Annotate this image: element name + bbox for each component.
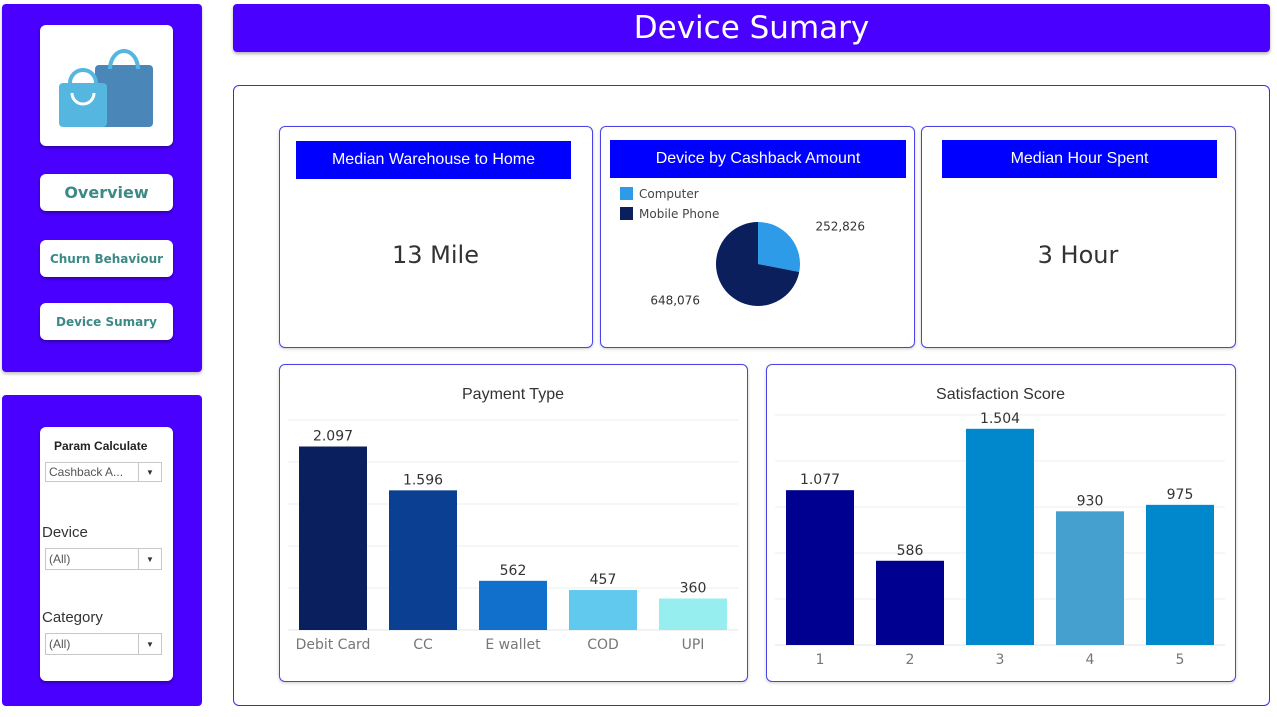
device-summary-button[interactable]: Device Sumary [40, 303, 173, 340]
x-tick-label: 2 [906, 652, 915, 668]
hour-spent-kpi-value: 3 Hour [1037, 241, 1119, 269]
payment-type-card: Payment Type 2.097 Debit Card 1.596 CC 562 E … [279, 364, 748, 682]
device-cashback-pie-chart: Computer Mobile Phone 252,826 648,076 [620, 187, 865, 307]
param-calculate-select[interactable]: Cashback A... ▼ [45, 462, 162, 482]
payment-type-bar-chart: 2.097 Debit Card 1.596 CC 562 E wallet 457 COD 3… [288, 419, 738, 653]
x-tick-label: COD [587, 637, 619, 653]
churn-behaviour-button[interactable]: Churn Behaviour [40, 240, 173, 277]
shopping-bags-icon [59, 49, 153, 127]
device-filter-value: (All) [49, 552, 71, 566]
bar-data-label: 562 [500, 563, 527, 579]
bar-data-label: 1.504 [980, 411, 1020, 427]
x-tick-label: 4 [1086, 652, 1095, 668]
param-calculate-title: Param Calculate [54, 439, 148, 453]
bar-data-label: 457 [590, 572, 617, 588]
device-filter-label: Device [42, 524, 88, 541]
bar-data-label: 360 [680, 581, 707, 597]
bar[interactable] [786, 490, 854, 645]
bar[interactable] [876, 560, 944, 645]
bar[interactable] [966, 428, 1034, 645]
bar[interactable] [659, 598, 727, 631]
x-tick-label: 1 [816, 652, 825, 668]
pie-slice[interactable] [758, 222, 800, 273]
pie-legend-swatch [620, 207, 633, 220]
bar[interactable] [299, 446, 367, 630]
logo-card[interactable] [40, 25, 173, 146]
bar[interactable] [1146, 504, 1214, 645]
device-cashback-card: Device by Cashback Amount Computer Mobile… [600, 126, 915, 348]
bar-data-label: 2.097 [313, 429, 353, 445]
device-filter-select[interactable]: (All) ▼ [45, 548, 162, 570]
pie-legend-label: Mobile Phone [639, 207, 719, 221]
category-filter-label: Category [42, 609, 103, 626]
x-tick-label: 3 [996, 652, 1005, 668]
x-tick-label: 5 [1176, 652, 1185, 668]
bar-data-label: 930 [1077, 493, 1104, 509]
pie-data-label: 648,076 [650, 293, 700, 307]
category-filter-value: (All) [49, 637, 71, 651]
bar-data-label: 975 [1167, 487, 1194, 503]
pie-legend-swatch [620, 187, 633, 200]
x-tick-label: Debit Card [296, 637, 371, 653]
overview-button[interactable]: Overview [40, 174, 173, 211]
x-tick-label: CC [413, 637, 433, 653]
pie-legend-label: Computer [639, 187, 699, 201]
bar-data-label: 1.077 [800, 472, 840, 488]
pie-data-label: 252,826 [815, 220, 865, 234]
warehouse-kpi-value: 13 Mile [392, 241, 479, 269]
chevron-down-icon: ▼ [138, 634, 161, 654]
category-filter-select[interactable]: (All) ▼ [45, 633, 162, 655]
bar[interactable] [389, 490, 457, 630]
x-tick-label: UPI [682, 637, 705, 653]
chevron-down-icon: ▼ [138, 549, 161, 569]
page-title: Device Sumary [233, 4, 1270, 52]
chevron-down-icon: ▼ [138, 463, 161, 481]
satisfaction-score-bar-chart: 1.077 1 586 2 1.504 3 930 4 975 5 [775, 411, 1225, 668]
bar[interactable] [569, 590, 637, 630]
satisfaction-score-card: Satisfaction Score 1.077 1 586 2 1.504 3 930 4 9… [766, 364, 1236, 682]
bar[interactable] [479, 580, 547, 630]
bar-data-label: 1.596 [403, 472, 443, 488]
warehouse-kpi-title: Median Warehouse to Home [296, 141, 571, 179]
hour-spent-kpi-card: Median Hour Spent 3 Hour [921, 126, 1236, 348]
hour-spent-kpi-title: Median Hour Spent [942, 140, 1217, 178]
bar[interactable] [1056, 511, 1124, 645]
param-calculate-value: Cashback A... [49, 465, 124, 479]
warehouse-kpi-card: Median Warehouse to Home 13 Mile [279, 126, 593, 348]
bar-data-label: 586 [897, 543, 924, 559]
x-tick-label: E wallet [485, 637, 541, 653]
